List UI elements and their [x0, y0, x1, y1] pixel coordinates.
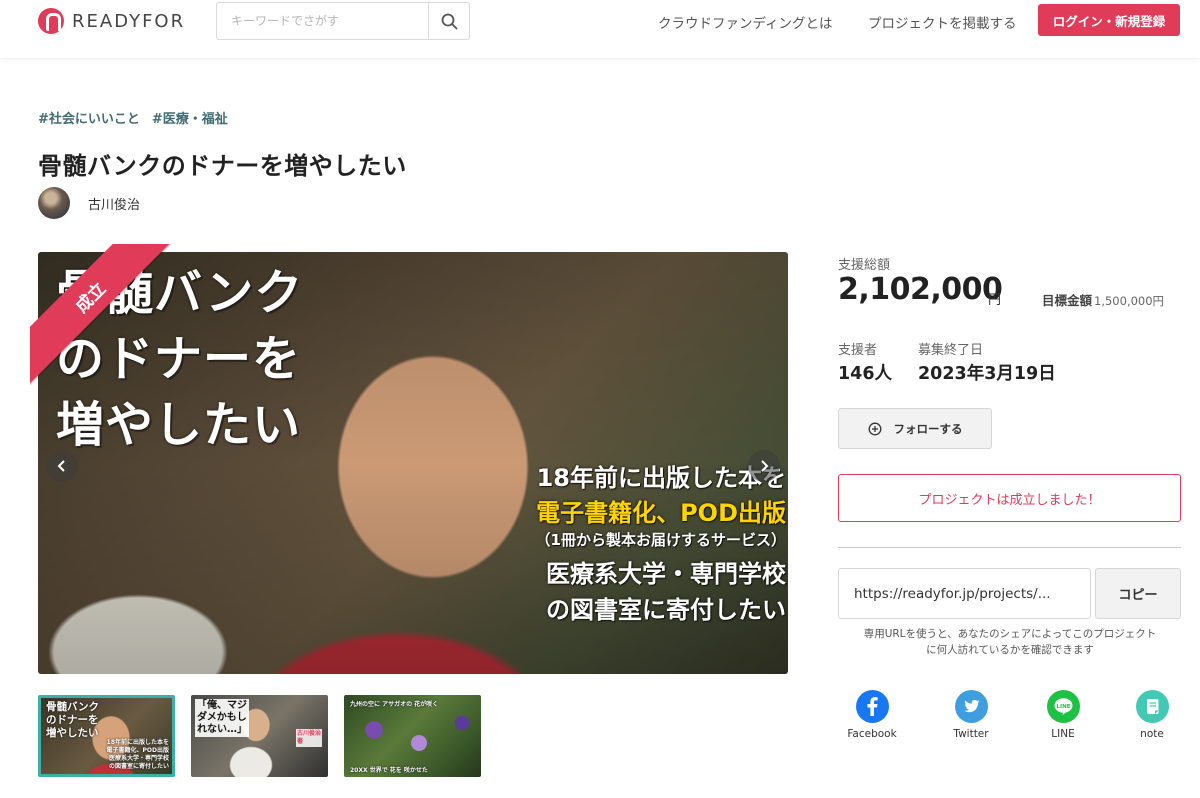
search-bar	[216, 2, 470, 40]
carousel-next-button[interactable]	[748, 450, 780, 482]
project-title: 骨髄バンクのドナーを増やしたい	[38, 152, 407, 180]
total-support-amount: 2,102,000	[838, 272, 1003, 307]
search-button[interactable]	[428, 3, 469, 39]
follow-label: フォローする	[893, 421, 963, 436]
svg-text:LINE: LINE	[1056, 704, 1070, 710]
thumbnail-1[interactable]: 骨髄バンク のドナーを 増やしたい 18年前に出版した本を 電子書籍化、POD出…	[38, 695, 175, 777]
thumbnail-caption: 骨髄バンク のドナーを 増やしたい	[46, 701, 100, 739]
chevron-left-icon	[57, 460, 65, 472]
project-tags: #社会にいいこと #医療・福祉	[38, 108, 228, 127]
tag-medical-welfare[interactable]: #医療・福祉	[152, 108, 228, 127]
supporters-count: 146人	[838, 364, 893, 384]
thumbnail-caption: 18年前に出版した本を 電子書籍化、POD出版 医療系大学・専門学校 の図書室に…	[106, 739, 169, 770]
tag-social-good[interactable]: #社会にいいこと	[38, 108, 140, 127]
site-header: READYFOR クラウドファンディングとは プロジェクトを掲載する ログイン・…	[0, 0, 1200, 58]
project-author[interactable]: 古川俊治	[38, 187, 140, 219]
share-facebook[interactable]: Facebook	[836, 690, 908, 740]
search-input[interactable]	[217, 3, 428, 39]
share-note[interactable]: note	[1116, 690, 1188, 740]
success-ribbon: 成立	[30, 244, 178, 385]
follow-button[interactable]: フォローする	[838, 408, 992, 449]
divider	[838, 547, 1181, 548]
thumbnail-caption: 20XX 世界で 花を 咲かせた	[350, 767, 428, 774]
line-icon: LINE	[1046, 690, 1080, 723]
author-avatar[interactable]	[38, 187, 70, 219]
share-label: Twitter	[953, 728, 989, 740]
nav-about-crowdfunding[interactable]: クラウドファンディングとは	[658, 12, 833, 32]
readyfor-logo-icon	[38, 8, 64, 34]
nav-post-project[interactable]: プロジェクトを掲載する	[868, 12, 1017, 32]
twitter-icon	[954, 690, 988, 723]
end-date-value: 2023年3月19日	[918, 364, 1056, 384]
thumbnail-2[interactable]: 「俺、マジ ダメかもし れない…」 古川俊治 著	[191, 695, 328, 777]
search-icon	[441, 13, 457, 29]
goal-amount: 目標金額 1,500,000円	[1042, 293, 1165, 308]
thumbnail-caption: 古川俊治 著	[295, 729, 322, 747]
login-signup-button[interactable]: ログイン・新規登録	[1038, 4, 1180, 36]
project-success-message: プロジェクトは成立しました！	[838, 474, 1181, 522]
share-line[interactable]: LINE LINE	[1027, 690, 1099, 740]
image-subtext: 18年前に出版した本を 電子書籍化、POD出版 （1冊から製本お届けするサービス…	[535, 464, 786, 624]
thumbnail-caption: 九州の空に アサガオの 花が咲く	[350, 701, 439, 708]
share-url-field[interactable]: https://readyfor.jp/projects/...	[838, 568, 1091, 619]
end-date-label: 募集終了日	[918, 343, 984, 358]
share-label: note	[1140, 728, 1164, 740]
plus-circle-icon	[868, 422, 881, 435]
thumbnail-caption: 「俺、マジ ダメかもし れない…」	[195, 699, 249, 737]
carousel-prev-button[interactable]	[46, 450, 78, 482]
total-support-label: 支援総額	[838, 258, 891, 273]
facebook-icon	[855, 690, 889, 723]
supporters-label: 支援者	[838, 343, 878, 358]
chevron-right-icon	[761, 460, 769, 472]
share-label: LINE	[1051, 728, 1075, 740]
share-twitter[interactable]: Twitter	[935, 690, 1007, 740]
share-url-note: 専用URLを使うと、あなたのシェアによってこのプロジェクトに何人訪れているかを確…	[863, 628, 1157, 656]
author-name[interactable]: 古川俊治	[88, 194, 140, 213]
logo-text: READYFOR	[72, 10, 186, 32]
copy-url-button[interactable]: コピー	[1095, 568, 1181, 619]
total-support-unit: 円	[988, 293, 1002, 308]
thumbnail-3[interactable]: 九州の空に アサガオの 花が咲く 20XX 世界で 花を 咲かせた	[344, 695, 481, 777]
share-label: Facebook	[847, 728, 897, 740]
note-icon	[1135, 690, 1169, 723]
readyfor-logo[interactable]: READYFOR	[38, 8, 185, 34]
